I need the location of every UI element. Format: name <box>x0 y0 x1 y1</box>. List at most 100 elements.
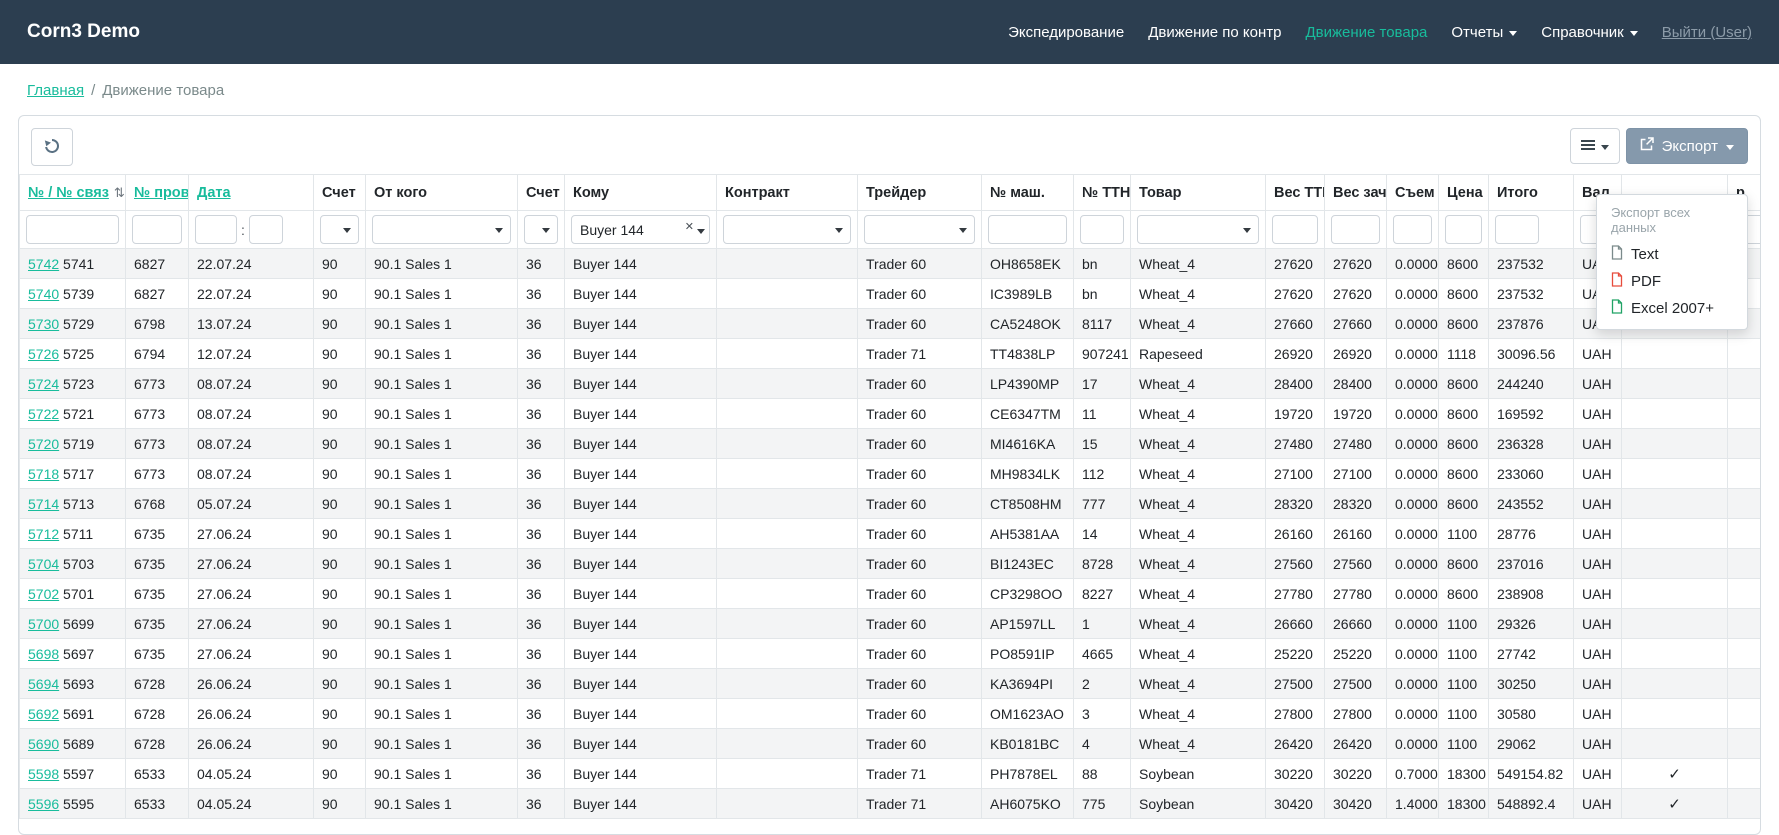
cell <box>717 399 858 429</box>
nav-item[interactable]: Выйти (User) <box>1662 24 1752 41</box>
row-doc-link[interactable]: 5720 <box>28 436 59 452</box>
table-row: 5712 5711673527.06.249090.1 Sales 136Buy… <box>20 519 1761 549</box>
cell-doc-numbers: 5720 5719 <box>20 429 126 459</box>
cell: 36 <box>518 399 565 429</box>
cell: 27800 <box>1325 699 1387 729</box>
row-doc-link[interactable]: 5598 <box>28 766 59 782</box>
row-doc-link[interactable]: 5718 <box>28 466 59 482</box>
cell: 28776 <box>1489 519 1574 549</box>
cell: Trader 60 <box>858 639 982 669</box>
row-doc-link[interactable]: 5698 <box>28 646 59 662</box>
cell: 27.06.24 <box>189 609 314 639</box>
export-menu-item-label: PDF <box>1631 273 1661 290</box>
cell: 90 <box>314 729 366 759</box>
table-row: 5730 5729679813.07.249090.1 Sales 136Buy… <box>20 309 1761 339</box>
row-doc-link[interactable]: 5722 <box>28 406 59 422</box>
cell-doc-numbers: 5690 5689 <box>20 729 126 759</box>
row-doc-link[interactable]: 5712 <box>28 526 59 542</box>
filter-input[interactable] <box>1495 215 1539 244</box>
export-button[interactable]: Экспорт <box>1626 128 1748 164</box>
breadcrumb-home-link[interactable]: Главная <box>27 82 84 99</box>
sort-icon[interactable]: ⇅ <box>114 186 125 201</box>
cell: Buyer 144 <box>565 339 717 369</box>
cell: 36 <box>518 489 565 519</box>
cell: Soybean <box>1131 789 1266 819</box>
cell: 27100 <box>1266 459 1325 489</box>
cell: 237016 <box>1489 549 1574 579</box>
cell: 244240 <box>1489 369 1574 399</box>
columns-toggle-button[interactable] <box>1570 128 1620 164</box>
cell: 26.06.24 <box>189 729 314 759</box>
cell <box>1622 489 1728 519</box>
cell: 28320 <box>1266 489 1325 519</box>
nav-item[interactable]: Движение по контр <box>1148 24 1281 41</box>
cell: 36 <box>518 339 565 369</box>
nav-item[interactable]: Отчеты <box>1451 24 1517 41</box>
filter-select[interactable] <box>524 215 558 244</box>
filter-select[interactable] <box>320 215 359 244</box>
row-doc-link[interactable]: 5596 <box>28 796 59 812</box>
cell: 1118 <box>1439 339 1489 369</box>
date-filter-input-to[interactable] <box>249 215 283 244</box>
table-header-row: № / № связ⇅№ пров.ДатаСчетОт когоСчетКом… <box>20 175 1761 211</box>
export-menu-item[interactable]: Text <box>1597 241 1747 268</box>
cell: Trader 60 <box>858 279 982 309</box>
cell <box>717 669 858 699</box>
cell-doc-numbers: 5694 5693 <box>20 669 126 699</box>
filter-input[interactable] <box>132 215 182 244</box>
column-sort-link[interactable]: № / № связ <box>28 185 109 201</box>
filter-input[interactable] <box>988 215 1067 244</box>
file-text-icon <box>1611 245 1623 264</box>
export-menu-item[interactable]: PDF <box>1597 268 1747 295</box>
row-doc-link[interactable]: 5700 <box>28 616 59 632</box>
row-doc-link[interactable]: 5694 <box>28 676 59 692</box>
table-row: 5742 5741682722.07.249090.1 Sales 136Buy… <box>20 249 1761 279</box>
row-doc-link[interactable]: 5726 <box>28 346 59 362</box>
row-doc-link[interactable]: 5724 <box>28 376 59 392</box>
filter-select[interactable] <box>864 215 975 244</box>
cell: 90.1 Sales 1 <box>366 429 518 459</box>
cell <box>717 429 858 459</box>
row-doc-link[interactable]: 5730 <box>28 316 59 332</box>
cell: 0.0000 <box>1387 669 1439 699</box>
row-doc-link[interactable]: 5704 <box>28 556 59 572</box>
row-doc-link[interactable]: 5740 <box>28 286 59 302</box>
row-doc-link[interactable]: 5690 <box>28 736 59 752</box>
filter-input[interactable] <box>1272 215 1318 244</box>
cell: 26.06.24 <box>189 699 314 729</box>
cell-doc-numbers: 5712 5711 <box>20 519 126 549</box>
cell: 90.1 Sales 1 <box>366 459 518 489</box>
filter-input[interactable] <box>1445 215 1482 244</box>
clear-icon[interactable]: ✕ <box>685 220 694 233</box>
cell: 6735 <box>126 549 189 579</box>
filter-select[interactable] <box>372 215 511 244</box>
column-sort-link[interactable]: Дата <box>197 185 231 201</box>
row-doc-link[interactable]: 5714 <box>28 496 59 512</box>
filter-cell: : <box>189 211 314 249</box>
date-filter-input-from[interactable] <box>195 215 237 244</box>
cell: 1100 <box>1439 519 1489 549</box>
cell: 6735 <box>126 519 189 549</box>
export-menu-item[interactable]: Excel 2007+ <box>1597 295 1747 322</box>
filter-combobox[interactable]: Buyer 144✕ <box>571 215 710 244</box>
filter-select[interactable] <box>723 215 851 244</box>
cell: Buyer 144 <box>565 639 717 669</box>
cell: 6773 <box>126 369 189 399</box>
filter-input[interactable] <box>26 215 119 244</box>
filter-input[interactable] <box>1393 215 1432 244</box>
nav-item[interactable]: Экспедирование <box>1008 24 1124 41</box>
nav-item[interactable]: Движение товара <box>1305 24 1427 41</box>
row-doc-link[interactable]: 5702 <box>28 586 59 602</box>
row-doc-link[interactable]: 5742 <box>28 256 59 272</box>
cell: 36 <box>518 789 565 819</box>
refresh-button[interactable] <box>31 128 73 166</box>
cell: 233060 <box>1489 459 1574 489</box>
cell: 0.0000 <box>1387 249 1439 279</box>
cell: Wheat_4 <box>1131 399 1266 429</box>
filter-input[interactable] <box>1331 215 1380 244</box>
column-sort-link[interactable]: № пров. <box>134 185 189 201</box>
filter-input[interactable] <box>1080 215 1124 244</box>
filter-select[interactable] <box>1137 215 1259 244</box>
row-doc-link[interactable]: 5692 <box>28 706 59 722</box>
nav-item[interactable]: Справочник <box>1541 24 1638 41</box>
